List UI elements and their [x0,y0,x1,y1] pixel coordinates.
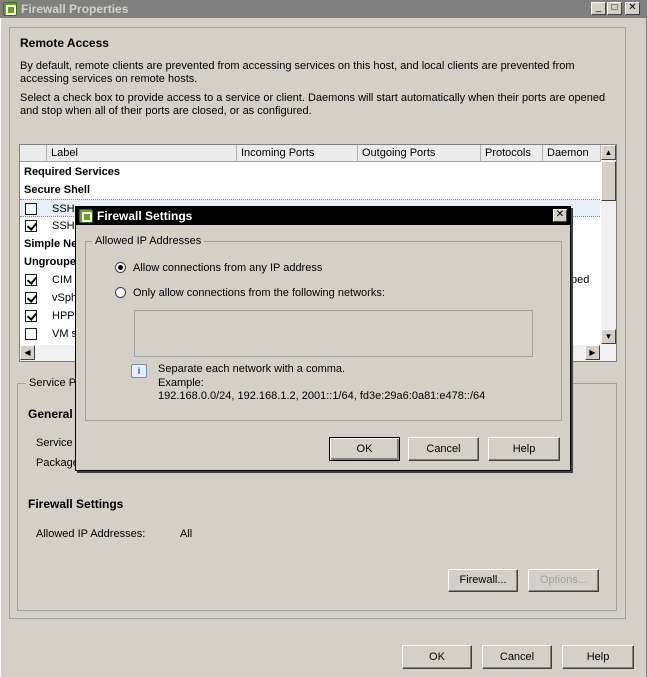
allowed-ip-group-label: Allowed IP Addresses [92,235,205,247]
service-checkbox[interactable] [25,274,37,286]
vsphere-app-icon [79,209,93,223]
service-field-label: Service [36,437,73,449]
window-titlebar: Firewall Properties _ □ ✕ [0,0,647,18]
list-vertical-scrollbar[interactable]: ▲ ▼ [601,145,616,345]
dialog-ok-button[interactable]: OK [329,437,400,461]
dialog-close-button[interactable]: ✕ [553,209,567,222]
dialog-cancel-button[interactable]: Cancel [408,437,479,461]
firewall-settings-heading: Firewall Settings [28,497,124,511]
minimize-button[interactable]: _ [591,2,606,15]
ok-button[interactable]: OK [402,645,472,669]
service-checkbox[interactable] [25,292,37,304]
service-checkbox[interactable] [25,328,37,340]
allow-networks-label[interactable]: Only allow connections from the followin… [133,287,385,299]
service-label: SSH [52,220,75,232]
remote-access-heading: Remote Access [20,36,109,50]
general-heading: General [28,407,73,421]
allow-networks-radio[interactable] [115,287,126,298]
column-header-daemon[interactable]: Daemon [543,145,601,162]
example-value: 192.168.0.0/24, 192.168.1.2, 2001::1/64,… [158,390,486,402]
cancel-button[interactable]: Cancel [482,645,552,669]
service-checkbox[interactable] [25,220,37,232]
scroll-up-icon[interactable]: ▲ [601,145,616,160]
vsphere-app-icon [3,2,17,16]
scroll-thumb[interactable] [601,161,616,201]
column-header-incoming-ports[interactable]: Incoming Ports [237,145,358,162]
help-button[interactable]: Help [562,645,634,669]
scroll-right-icon[interactable]: ▶ [585,345,600,360]
column-header-checkbox[interactable] [20,145,47,162]
column-header-protocols[interactable]: Protocols [481,145,543,162]
allow-any-label[interactable]: Allow connections from any IP address [133,262,322,274]
service-label: CIM [52,274,73,286]
service-daemon-status: ped [571,274,590,286]
options-button[interactable]: Options... [528,569,599,592]
remote-access-instructions: Select a check box to provide access to … [20,92,606,117]
dialog-help-button[interactable]: Help [488,437,560,461]
list-group-header: Secure Shell [24,184,91,196]
allowed-ip-value: All [180,528,193,540]
maximize-button[interactable]: □ [607,2,622,15]
service-label: vSph [52,292,78,304]
allowed-ip-label: Allowed IP Addresses: [36,528,146,540]
window-title: Firewall Properties [21,2,129,16]
dialog-titlebar: Firewall Settings ✕ [76,207,570,225]
service-label: VM s [52,328,78,340]
service-properties-group-label: Service P [26,377,80,389]
example-label: Example: [158,377,204,389]
list-group-header: Required Services [24,166,120,178]
column-header-label[interactable]: Label [47,145,237,162]
hint-text: Separate each network with a comma. [158,363,346,375]
package-field-label: Package [36,457,79,469]
info-icon: i [131,364,147,378]
close-window-button[interactable]: ✕ [625,2,640,15]
remote-access-description: By default, remote clients are prevented… [20,60,575,85]
service-checkbox[interactable] [25,203,37,215]
scroll-down-icon[interactable]: ▼ [601,329,616,344]
scroll-left-icon[interactable]: ◀ [20,345,35,360]
service-label: SSH [52,203,75,215]
networks-input[interactable] [134,310,533,357]
service-checkbox[interactable] [25,310,37,322]
allow-any-radio[interactable] [115,262,126,273]
firewall-settings-dialog: Firewall Settings ✕ Allowed IP Addresses… [75,206,571,471]
dialog-title: Firewall Settings [97,209,193,223]
firewall-button[interactable]: Firewall... [448,569,518,592]
column-header-outgoing-ports[interactable]: Outgoing Ports [358,145,481,162]
